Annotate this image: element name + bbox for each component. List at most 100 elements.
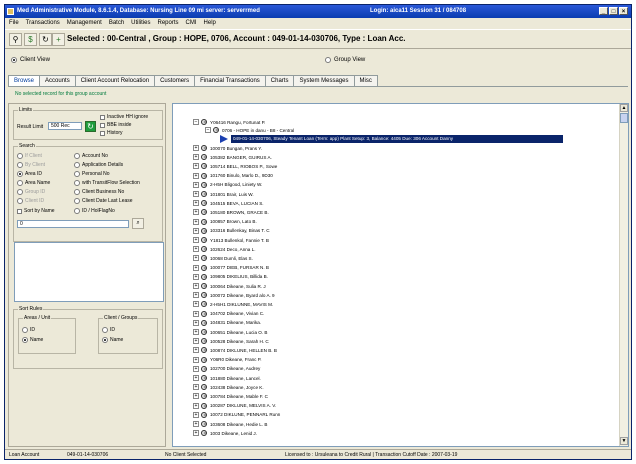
- tab-client-account-relocation[interactable]: Client Account Relocation: [74, 75, 156, 86]
- expand-icon[interactable]: +: [193, 319, 199, 326]
- tree-client-item[interactable]: +104515 BEVA, LUCIAN S.: [193, 199, 264, 207]
- expand-icon[interactable]: +: [193, 264, 199, 271]
- expand-icon[interactable]: +: [193, 365, 199, 372]
- expand-icon[interactable]: +: [193, 430, 199, 437]
- tree-client-item[interactable]: +102700 Dikeane, Audrey: [193, 365, 260, 373]
- search-personal-no[interactable]: Personal No: [74, 171, 110, 177]
- expand-icon[interactable]: +: [193, 191, 199, 197]
- expand-icon[interactable]: +: [193, 246, 199, 253]
- tree-client-item[interactable]: +10072 DIKLUNE, PENNARL Runn: [193, 411, 280, 419]
- tree-client-item[interactable]: +100287 DIKLUNE, MELVIS A. V.: [193, 402, 276, 410]
- tree-client-item[interactable]: +101880 Dikeane, Lancel.: [193, 374, 261, 382]
- search-by-client[interactable]: By Client: [17, 162, 45, 168]
- expand-icon[interactable]: +: [193, 181, 199, 188]
- tree-client-item[interactable]: + Y06R0 Dikeane, Franc P.: [193, 356, 262, 364]
- expand-icon[interactable]: +: [193, 411, 199, 418]
- sort-by-name-checkbox[interactable]: Sort by Name: [17, 208, 55, 214]
- tree-client-item[interactable]: +103608 Dikeane, Hedie L. B: [193, 420, 267, 428]
- collapse-icon[interactable]: −: [193, 119, 199, 125]
- menu-file[interactable]: File: [9, 20, 19, 28]
- tree-client-item[interactable]: +2-H5H Bligood, Liniety W.: [193, 181, 262, 189]
- add-icon[interactable]: +: [52, 33, 65, 46]
- client-tree[interactable]: − Y06416 Rangu, Fortunat P. − 0706 - HOP…: [172, 103, 629, 447]
- expand-icon[interactable]: +: [193, 283, 199, 289]
- search-input[interactable]: 0: [17, 220, 129, 228]
- scroll-down-icon[interactable]: ▼: [620, 437, 628, 445]
- client-sort-name[interactable]: Name: [102, 337, 123, 343]
- tab-misc[interactable]: Misc: [353, 75, 378, 86]
- expand-icon[interactable]: +: [193, 163, 199, 170]
- expand-icon[interactable]: +: [193, 338, 199, 345]
- dollar-icon[interactable]: $: [24, 33, 37, 46]
- expand-icon[interactable]: +: [193, 145, 199, 151]
- area-sort-name[interactable]: Name: [22, 337, 43, 343]
- tab-browse[interactable]: Browse: [8, 75, 41, 86]
- tree-client-item[interactable]: +100064 Dikeane, Sulia R. J: [193, 282, 266, 290]
- pin-icon[interactable]: ⚲: [9, 33, 22, 46]
- expand-icon[interactable]: +: [193, 347, 199, 354]
- tree-client-item[interactable]: +105382 BANGER, GUIRUS A.: [193, 153, 272, 161]
- tab-charts[interactable]: Charts: [264, 75, 295, 86]
- expand-icon[interactable]: +: [193, 356, 199, 363]
- search-client-date[interactable]: Client Date Last Lease: [74, 198, 133, 204]
- expand-icon[interactable]: +: [193, 209, 199, 216]
- result-limit-input[interactable]: 500 Rec: [48, 122, 82, 130]
- tree-client-item[interactable]: +104702 Dikeane, Vivian C.: [193, 310, 264, 318]
- expand-icon[interactable]: +: [193, 200, 199, 207]
- expand-icon[interactable]: +: [193, 154, 199, 161]
- expand-icon[interactable]: +: [193, 402, 199, 409]
- tree-client-item[interactable]: +109805 DIKELIUS, Billida B.: [193, 273, 268, 281]
- tree-client-item[interactable]: +100072 Dikeane, Byard alo A. 9: [193, 291, 275, 299]
- tree-client-item[interactable]: +100784 Dikeane, Mable F. C: [193, 392, 268, 400]
- expand-icon[interactable]: +: [193, 273, 199, 280]
- expand-icon[interactable]: +: [193, 384, 199, 391]
- client-sort-id[interactable]: ID: [102, 327, 115, 333]
- tab-financial-transactions[interactable]: Financial Transactions: [194, 75, 266, 86]
- menu-help[interactable]: Help: [204, 20, 216, 28]
- expand-icon[interactable]: +: [193, 172, 199, 179]
- tree-client-item[interactable]: +100857 Brown, Lato B.: [193, 218, 257, 226]
- menu-cmi[interactable]: CMI: [186, 20, 197, 28]
- tree-client-item[interactable]: +102438 Dikeane, Joyce K.: [193, 383, 264, 391]
- search-client-id[interactable]: Client ID: [17, 198, 44, 204]
- expand-icon[interactable]: +: [193, 218, 199, 225]
- expand-icon[interactable]: +: [193, 301, 199, 308]
- search-account-no[interactable]: Account No: [74, 153, 108, 159]
- search-client-business-no[interactable]: Client Business No: [74, 189, 124, 195]
- expand-icon[interactable]: +: [193, 310, 199, 317]
- menu-batch[interactable]: Batch: [109, 20, 124, 28]
- tree-client-item[interactable]: +10068 Dumli, Elas S.: [193, 254, 253, 262]
- expand-icon[interactable]: +: [193, 237, 199, 243]
- menu-transactions[interactable]: Transactions: [26, 20, 60, 28]
- refresh-icon[interactable]: ↻: [39, 33, 52, 46]
- tab-system-messages[interactable]: System Messages: [293, 75, 355, 86]
- bbe-checkbox[interactable]: BBE inside: [100, 122, 131, 128]
- tree-client-item[interactable]: +101801 Brair, Luis W.: [193, 190, 254, 198]
- tree-client-item[interactable]: +102624 Deco, Anna L.: [193, 245, 255, 253]
- search-area-name[interactable]: Area Name: [17, 180, 50, 186]
- tree-client-item[interactable]: +100874 DIKLUNE, HELLEN B. B: [193, 346, 277, 354]
- tree-client-item[interactable]: +100651 Dikeane, Lucia O. B: [193, 328, 267, 336]
- tab-accounts[interactable]: Accounts: [39, 75, 76, 86]
- close-icon[interactable]: ×: [619, 7, 628, 15]
- vertical-scrollbar[interactable]: ▲ ▼: [619, 104, 628, 446]
- menu-reports[interactable]: Reports: [158, 20, 179, 28]
- search-transitflow[interactable]: with TransitFlow Selection: [74, 180, 140, 186]
- expand-icon[interactable]: +: [193, 329, 199, 335]
- tree-client-item[interactable]: +104831 Dikeane, Marika.: [193, 319, 261, 327]
- refresh-icon[interactable]: ↻: [85, 121, 96, 132]
- tree-client-item[interactable]: +100077 DIEB, FURSAR N. B: [193, 264, 269, 272]
- expand-icon[interactable]: +: [193, 227, 199, 234]
- expand-icon[interactable]: +: [193, 292, 199, 299]
- tree-client-item[interactable]: +103316 Bullenkay, Binas T. C: [193, 227, 270, 235]
- scroll-thumb[interactable]: [620, 113, 628, 123]
- tree-client-item[interactable]: +105714 BELL, RIOBOS P., Sowe: [193, 162, 277, 170]
- tree-client-item[interactable]: + Y1813 Bullenkol, Fannie T. B: [193, 236, 269, 244]
- search-application-details[interactable]: Application Details: [74, 162, 123, 168]
- search-go-icon[interactable]: ⌕: [132, 218, 144, 229]
- minimize-icon[interactable]: _: [599, 7, 608, 15]
- collapse-icon[interactable]: −: [205, 127, 211, 133]
- tree-client-item[interactable]: +1003 Dikeane, Lenid J.: [193, 429, 257, 437]
- scroll-up-icon[interactable]: ▲: [620, 104, 628, 112]
- search-holflag[interactable]: ID / HolFlagNo: [74, 208, 115, 214]
